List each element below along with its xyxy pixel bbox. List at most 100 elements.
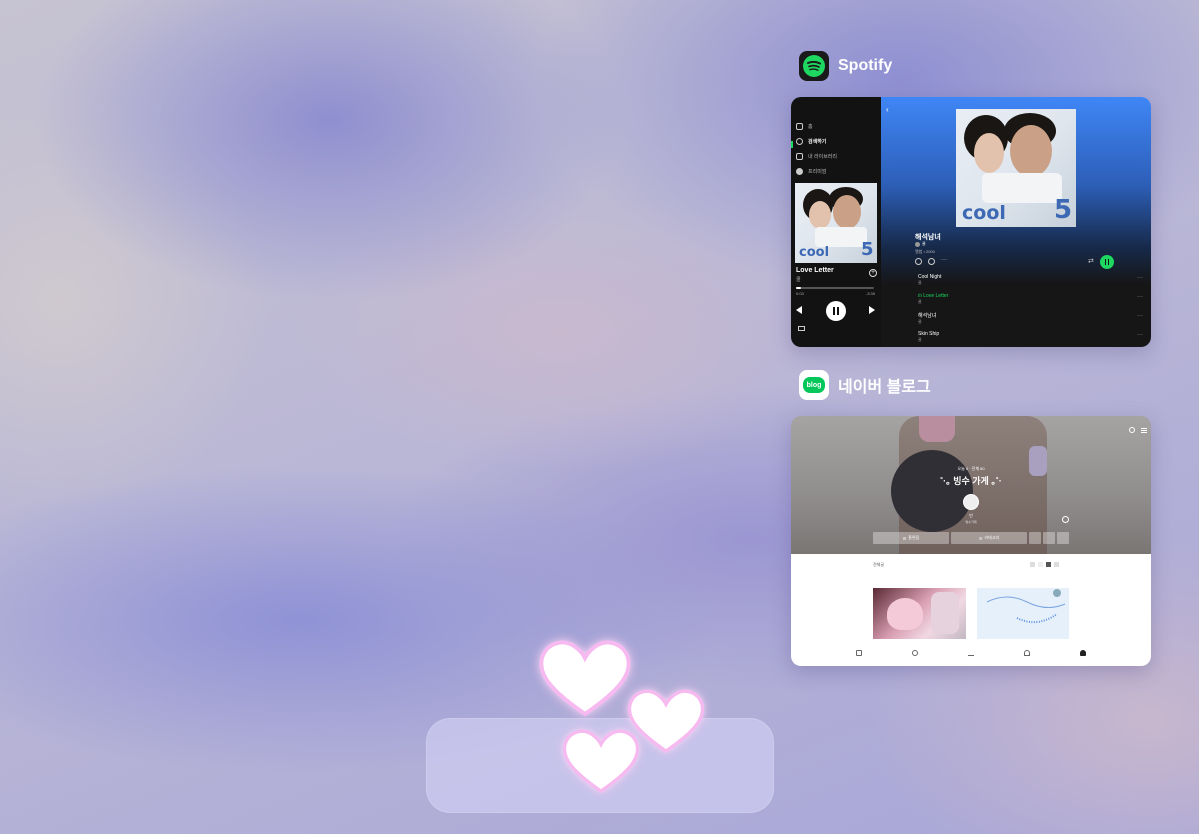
library-icon: [796, 153, 803, 160]
bottom-tab-bar: [791, 650, 1151, 656]
sidebar-item-search[interactable]: 검색하기: [791, 134, 881, 149]
artist-avatar: [915, 241, 920, 247]
heart-icon: [562, 729, 640, 794]
sidebar-item-library[interactable]: 내 라이브러리: [791, 149, 881, 164]
track-title: Love Letter: [923, 293, 949, 299]
now-playing-title: Love Letter: [796, 267, 834, 274]
active-indicator: [791, 141, 793, 148]
naver-blog-icon: blog: [799, 370, 829, 400]
write-tab-icon[interactable]: [968, 650, 974, 656]
notification-tab-icon[interactable]: [1024, 650, 1030, 656]
nav-label: 검색하기: [808, 139, 827, 145]
grid-view-icon[interactable]: [1030, 562, 1035, 567]
album-artist: 쿨: [922, 241, 926, 246]
list-icon: ☰: [978, 535, 983, 541]
blog-title-text: 빙수 가게: [953, 476, 989, 486]
home-icon: [796, 123, 803, 130]
blog-icon-text: blog: [803, 377, 825, 393]
download-icon[interactable]: [928, 258, 935, 265]
add-icon[interactable]: +: [869, 269, 877, 277]
cover-wordmark: cool: [962, 202, 1006, 224]
chat-icon[interactable]: [1029, 532, 1041, 544]
card-view-icon[interactable]: [1054, 562, 1059, 567]
naver-blog-app-label[interactable]: blog 네이버 블로그: [799, 370, 931, 400]
sidebar-item-home[interactable]: 홈: [791, 119, 881, 134]
nav-label: 홈: [808, 124, 813, 130]
cover-wordmark: cool: [799, 245, 830, 260]
shuffle-icon[interactable]: ⇄: [1088, 257, 1094, 265]
post-thumbnail[interactable]: [873, 588, 966, 639]
track-artist: 쿨: [918, 299, 922, 304]
album-cover: cool 5: [956, 109, 1076, 227]
track-artist: 쿨: [918, 280, 922, 285]
view-toggle[interactable]: [1030, 562, 1059, 567]
button-label: 카테고리: [984, 535, 1000, 540]
sparkle-icon: ˚·｡: [940, 476, 954, 486]
album-artist-row[interactable]: 쿨: [915, 241, 926, 247]
edit-home-button[interactable]: ⚙ 홈편집: [873, 532, 949, 544]
more-icon[interactable]: ···: [1137, 294, 1143, 300]
track-artist: 쿨: [918, 319, 922, 324]
next-icon[interactable]: [869, 306, 875, 314]
my-blog-tab-icon[interactable]: [1080, 650, 1086, 656]
blog-subtitle: 빙수가게: [965, 520, 977, 524]
blog-header-image: 오늘 0 · 전체 60 ˚·｡ 빙수 가게 ｡˚· 빈 빙수가게 ⚙ 홈편집 ☰…: [791, 416, 1151, 554]
blog-post-area: 전체글: [791, 554, 1151, 666]
progress-bar[interactable]: [796, 287, 874, 289]
post-thumbnail[interactable]: [977, 588, 1069, 639]
category-button[interactable]: ☰ 카테고리: [951, 532, 1027, 544]
album-pause-button[interactable]: [1100, 255, 1114, 269]
spotify-album-view: ‹ cool 5 해석남녀 쿨 앨범 • 2000 ··· ⇄ Cool Nig…: [881, 97, 1151, 347]
search-icon[interactable]: [1129, 427, 1135, 433]
album-meta: 앨범 • 2000: [915, 249, 935, 254]
cover-number: 5: [861, 239, 874, 260]
more-icon[interactable]: ···: [1137, 332, 1143, 338]
more-icon[interactable]: ···: [941, 257, 947, 263]
track-row[interactable]: Cool Night 쿨: [918, 274, 941, 286]
spotify-icon: [799, 51, 829, 81]
now-playing-cover[interactable]: cool 5: [795, 183, 877, 263]
list-view-icon[interactable]: [1046, 562, 1051, 567]
more-icon[interactable]: ···: [1137, 275, 1143, 281]
previous-icon[interactable]: [796, 306, 802, 314]
nav-label: 내 라이브러리: [808, 154, 837, 160]
button-label: 홈편집: [908, 535, 920, 540]
more-icon[interactable]: ···: [1137, 313, 1143, 319]
now-playing-artist: 쿨: [796, 277, 801, 283]
devices-icon[interactable]: [798, 326, 805, 331]
spotify-app-name: Spotify: [838, 57, 893, 74]
visit-stats: 오늘 0 · 전체 60: [957, 466, 985, 471]
sidebar-item-premium[interactable]: 프리미엄: [791, 164, 881, 179]
spotify-app-label[interactable]: Spotify: [799, 51, 892, 81]
progress-fill: [796, 287, 801, 289]
album-view-icon[interactable]: [1038, 562, 1043, 567]
section-label: 전체글: [873, 562, 885, 567]
nickname: 빈: [969, 513, 973, 518]
feed-tab-icon[interactable]: [856, 650, 862, 656]
search-icon: [796, 138, 803, 145]
add-icon[interactable]: [915, 258, 922, 265]
sparkle-icon: ｡˚·: [988, 476, 1002, 486]
discover-tab-icon[interactable]: [912, 650, 918, 656]
neighbor-icon[interactable]: [1043, 532, 1055, 544]
pause-button[interactable]: [826, 301, 846, 321]
naver-blog-window-card[interactable]: 오늘 0 · 전체 60 ˚·｡ 빙수 가게 ｡˚· 빈 빙수가게 ⚙ 홈편집 ☰…: [791, 416, 1151, 666]
naver-blog-app-name: 네이버 블로그: [838, 379, 931, 396]
remaining-time: -3:39: [865, 291, 875, 296]
track-row[interactable]: Skin Ship 쿨: [918, 331, 939, 343]
blog-title: ˚·｡ 빙수 가게 ｡˚·: [791, 474, 1151, 487]
nav-label: 프리미엄: [808, 169, 827, 175]
gear-icon: ⚙: [902, 535, 907, 541]
elapsed-time: 0:03: [796, 291, 804, 296]
back-icon[interactable]: ‹: [886, 105, 889, 114]
track-row-playing[interactable]: ılı Love Letter 쿨: [918, 293, 948, 305]
share-icon[interactable]: [1062, 516, 1069, 523]
menu-icon[interactable]: [1141, 428, 1147, 433]
track-row[interactable]: 해석남녀 쿨: [918, 312, 936, 325]
cover-number: 5: [1054, 195, 1073, 225]
spotify-window-card[interactable]: 홈 검색하기 내 라이브러리 프리미엄 cool 5 Love Letter 쿨…: [791, 97, 1151, 347]
spotify-sidebar: 홈 검색하기 내 라이브러리 프리미엄 cool 5 Love Letter 쿨…: [791, 97, 881, 347]
avatar[interactable]: [963, 494, 979, 510]
stats-icon[interactable]: [1057, 532, 1069, 544]
track-artist: 쿨: [918, 337, 922, 342]
